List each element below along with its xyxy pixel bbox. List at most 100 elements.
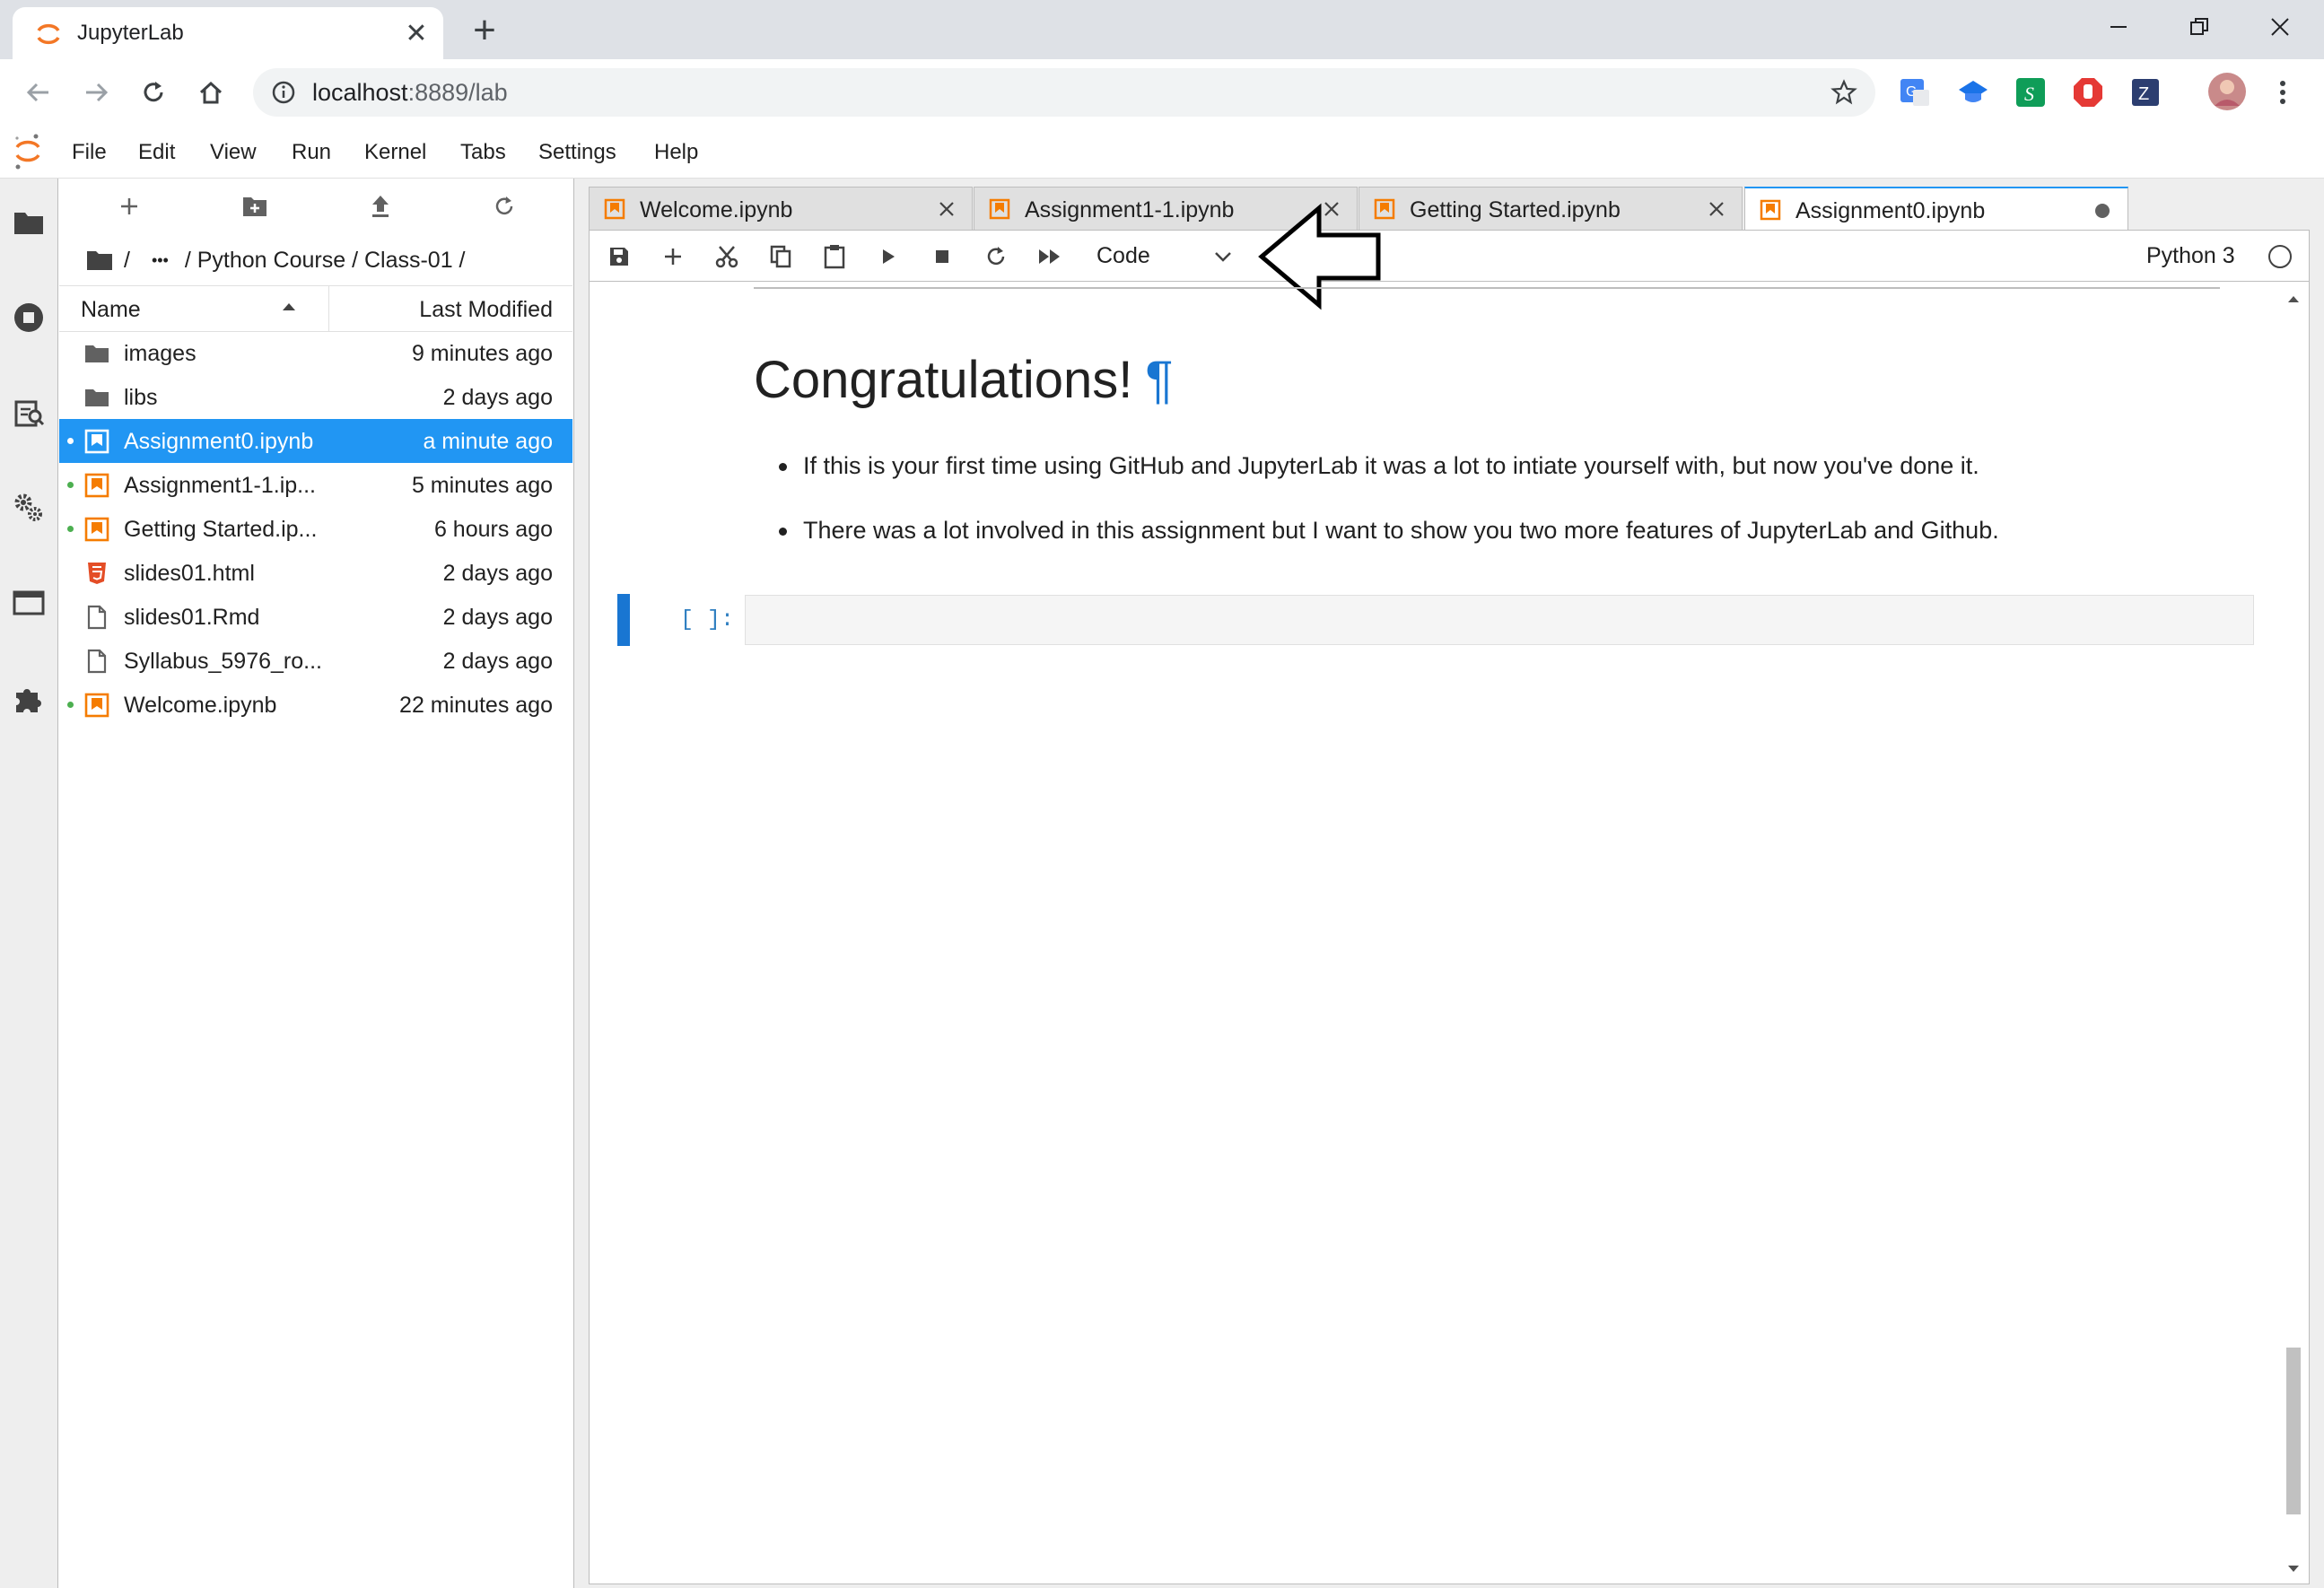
tab-assignment0[interactable]: Assignment0.ipynb [1744, 187, 2128, 231]
menu-help[interactable]: Help [654, 140, 698, 165]
file-name: images [124, 341, 197, 366]
folder-icon [85, 389, 109, 406]
active-cell-marker[interactable] [617, 594, 630, 646]
file-name: Welcome.ipynb [124, 693, 277, 718]
column-divider[interactable] [328, 286, 329, 331]
stop-icon[interactable] [928, 242, 957, 271]
markdown-separator [754, 287, 2220, 289]
browser-menu-icon[interactable] [2276, 79, 2290, 106]
refresh-icon[interactable] [486, 188, 522, 224]
file-icon [87, 605, 107, 630]
translate-extension-icon[interactable]: G [1899, 75, 1933, 109]
browser-tab[interactable]: JupyterLab ✕ [13, 7, 443, 59]
menu-edit[interactable]: Edit [138, 140, 175, 165]
copy-icon[interactable] [766, 242, 795, 271]
file-row[interactable]: slides01.Rmd 2 days ago [59, 595, 572, 639]
scroll-down-icon[interactable] [2287, 1565, 2300, 1574]
restore-icon[interactable] [2159, 5, 2240, 48]
scroll-up-icon[interactable] [2287, 294, 2300, 303]
home-icon[interactable] [192, 74, 230, 111]
new-launcher-icon[interactable] [111, 188, 147, 224]
zotero-extension-icon[interactable]: Z [2128, 75, 2162, 109]
bullet-dot [779, 463, 787, 471]
notebook-icon [84, 517, 109, 542]
file-name: Getting Started.ip... [124, 517, 318, 542]
home-folder-icon[interactable] [86, 249, 113, 271]
close-tab-icon[interactable] [934, 196, 959, 222]
run-all-icon[interactable] [1035, 242, 1064, 271]
window-close-icon[interactable] [2240, 5, 2320, 48]
url-text: localhost:8889/lab [312, 79, 508, 106]
tab-welcome[interactable]: Welcome.ipynb [589, 187, 973, 230]
running-indicator-icon [67, 482, 74, 488]
menu-tabs[interactable]: Tabs [460, 140, 506, 165]
file-name: Assignment0.ipynb [124, 429, 314, 454]
column-modified-header[interactable]: Last Modified [419, 297, 553, 323]
file-row[interactable]: Assignment1-1.ip... 5 minutes ago [59, 463, 572, 507]
save-icon[interactable] [605, 242, 633, 271]
info-icon[interactable] [271, 80, 296, 105]
menu-kernel[interactable]: Kernel [364, 140, 426, 165]
tab-label: Getting Started.ipynb [1410, 197, 1621, 222]
run-icon[interactable] [874, 242, 903, 271]
column-name-header[interactable]: Name [81, 297, 141, 323]
scholar-extension-icon[interactable] [1956, 75, 1990, 109]
file-row[interactable]: Syllabus_5976_ro... 2 days ago [59, 639, 572, 683]
new-tab-icon[interactable]: + [465, 8, 504, 52]
tabs-panel-icon[interactable] [7, 581, 50, 624]
file-list-header: Name Last Modified [59, 285, 572, 332]
sheets-extension-icon[interactable]: S [2014, 75, 2048, 109]
upload-icon[interactable] [363, 188, 398, 224]
tab-label: Assignment0.ipynb [1795, 198, 1986, 223]
back-icon[interactable] [20, 74, 57, 111]
tab-label: Welcome.ipynb [640, 197, 793, 222]
tab-getting-started[interactable]: Getting Started.ipynb [1359, 187, 1743, 230]
file-row[interactable]: images 9 minutes ago [59, 331, 572, 375]
unsaved-indicator-icon[interactable] [2095, 204, 2110, 218]
file-name: libs [124, 385, 158, 410]
breadcrumb-root[interactable]: / [124, 248, 130, 274]
breadcrumb-path[interactable]: / Python Course / Class-01 / [185, 248, 466, 274]
folder-icon[interactable] [7, 201, 50, 244]
insert-cell-icon[interactable] [659, 242, 687, 271]
file-row[interactable]: libs 2 days ago [59, 375, 572, 419]
notebook-icon [84, 693, 109, 718]
running-indicator-icon [67, 702, 74, 708]
adblock-extension-icon[interactable] [2071, 75, 2105, 109]
code-cell-input[interactable] [745, 595, 2254, 645]
breadcrumb: / ••• / Python Course / Class-01 / [86, 244, 466, 276]
anchor-link[interactable]: ¶ [1145, 351, 1173, 409]
new-folder-icon[interactable] [237, 188, 273, 224]
close-tab-icon[interactable] [1704, 196, 1729, 222]
kernel-name[interactable]: Python 3 [2146, 243, 2235, 269]
chevron-down-icon[interactable] [1213, 249, 1233, 264]
bookmark-star-icon[interactable] [1830, 79, 1857, 106]
annotation-arrow-icon [1258, 203, 1381, 310]
sort-ascending-icon[interactable] [280, 301, 298, 313]
menu-settings[interactable]: Settings [538, 140, 616, 165]
address-bar[interactable]: localhost:8889/lab [253, 68, 1875, 117]
cut-icon[interactable] [712, 242, 741, 271]
menu-file[interactable]: File [72, 140, 107, 165]
restart-kernel-icon[interactable] [982, 242, 1010, 271]
property-inspector-icon[interactable] [7, 486, 50, 529]
profile-avatar[interactable] [2207, 72, 2247, 111]
file-row[interactable]: Welcome.ipynb 22 minutes ago [59, 683, 572, 727]
file-row[interactable]: slides01.html 2 days ago [59, 551, 572, 595]
file-row[interactable]: Assignment0.ipynb a minute ago [59, 419, 572, 463]
commands-icon[interactable] [7, 391, 50, 434]
extension-manager-icon[interactable] [7, 676, 50, 720]
menu-view[interactable]: View [210, 140, 257, 165]
menu-run[interactable]: Run [292, 140, 331, 165]
file-row[interactable]: Getting Started.ip... 6 hours ago [59, 507, 572, 551]
minimize-icon[interactable] [2078, 5, 2159, 48]
file-modified: 22 minutes ago [399, 693, 553, 718]
breadcrumb-ellipsis[interactable]: ••• [152, 251, 169, 270]
running-sessions-icon[interactable] [7, 296, 50, 339]
cell-type-dropdown[interactable]: Code [1096, 243, 1150, 269]
forward-icon[interactable] [77, 74, 115, 111]
reload-icon[interactable] [135, 74, 172, 111]
browser-tab-close-icon[interactable]: ✕ [400, 17, 432, 49]
scrollbar-thumb[interactable] [2286, 1348, 2301, 1514]
paste-icon[interactable] [820, 242, 849, 271]
